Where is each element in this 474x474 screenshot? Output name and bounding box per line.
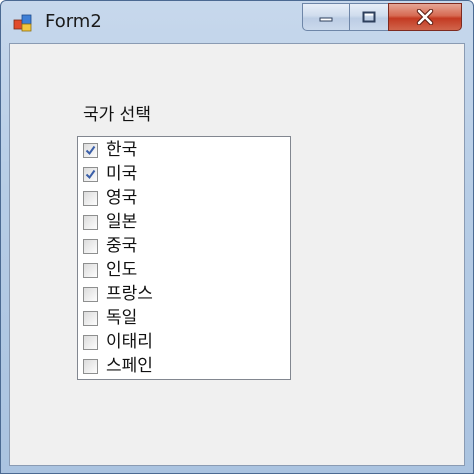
minimize-icon — [319, 17, 333, 22]
list-item[interactable]: 일본 — [82, 211, 282, 235]
form-window: Form2 국가 선택 한국미국영국일본중국인도프랑스독일이태리스페인 — [0, 0, 474, 474]
list-item[interactable]: 중국 — [82, 235, 282, 259]
list-item[interactable]: 인도 — [82, 259, 282, 283]
checkbox[interactable] — [83, 359, 98, 374]
check-icon — [85, 145, 96, 156]
checkbox[interactable] — [83, 239, 98, 254]
country-label: 인도 — [106, 260, 138, 280]
maximize-icon — [362, 11, 376, 23]
checkbox[interactable] — [83, 215, 98, 230]
checkbox[interactable] — [83, 143, 98, 158]
checkbox[interactable] — [83, 191, 98, 206]
title-bar[interactable]: Form2 — [1, 1, 473, 43]
list-item[interactable]: 미국 — [82, 163, 282, 187]
country-label: 미국 — [106, 164, 138, 184]
country-select-label: 국가 선택 — [83, 105, 151, 125]
app-icon — [13, 14, 32, 32]
list-item[interactable]: 프랑스 — [82, 283, 282, 307]
checkbox[interactable] — [83, 287, 98, 302]
checkbox[interactable] — [83, 335, 98, 350]
country-label: 한국 — [106, 140, 138, 160]
list-item[interactable]: 이태리 — [82, 331, 282, 355]
close-icon — [416, 9, 434, 25]
country-label: 영국 — [106, 188, 138, 208]
country-label: 스페인 — [106, 356, 153, 376]
country-checked-list[interactable]: 한국미국영국일본중국인도프랑스독일이태리스페인 — [77, 136, 291, 380]
checkbox[interactable] — [83, 167, 98, 182]
country-label: 프랑스 — [106, 284, 153, 304]
form-client-area: 국가 선택 한국미국영국일본중국인도프랑스독일이태리스페인 — [9, 43, 465, 466]
list-item[interactable]: 스페인 — [82, 355, 282, 379]
close-button[interactable] — [388, 3, 462, 31]
check-icon — [85, 169, 96, 180]
list-item[interactable]: 한국 — [82, 139, 282, 163]
checkbox[interactable] — [83, 311, 98, 326]
country-label: 이태리 — [106, 332, 153, 352]
list-item[interactable]: 영국 — [82, 187, 282, 211]
country-label: 일본 — [106, 212, 138, 232]
country-label: 독일 — [106, 308, 138, 328]
window-title: Form2 — [45, 11, 102, 32]
checkbox[interactable] — [83, 263, 98, 278]
list-item[interactable]: 독일 — [82, 307, 282, 331]
maximize-button[interactable] — [349, 3, 389, 31]
country-label: 중국 — [106, 236, 138, 256]
minimize-button[interactable] — [302, 3, 350, 31]
